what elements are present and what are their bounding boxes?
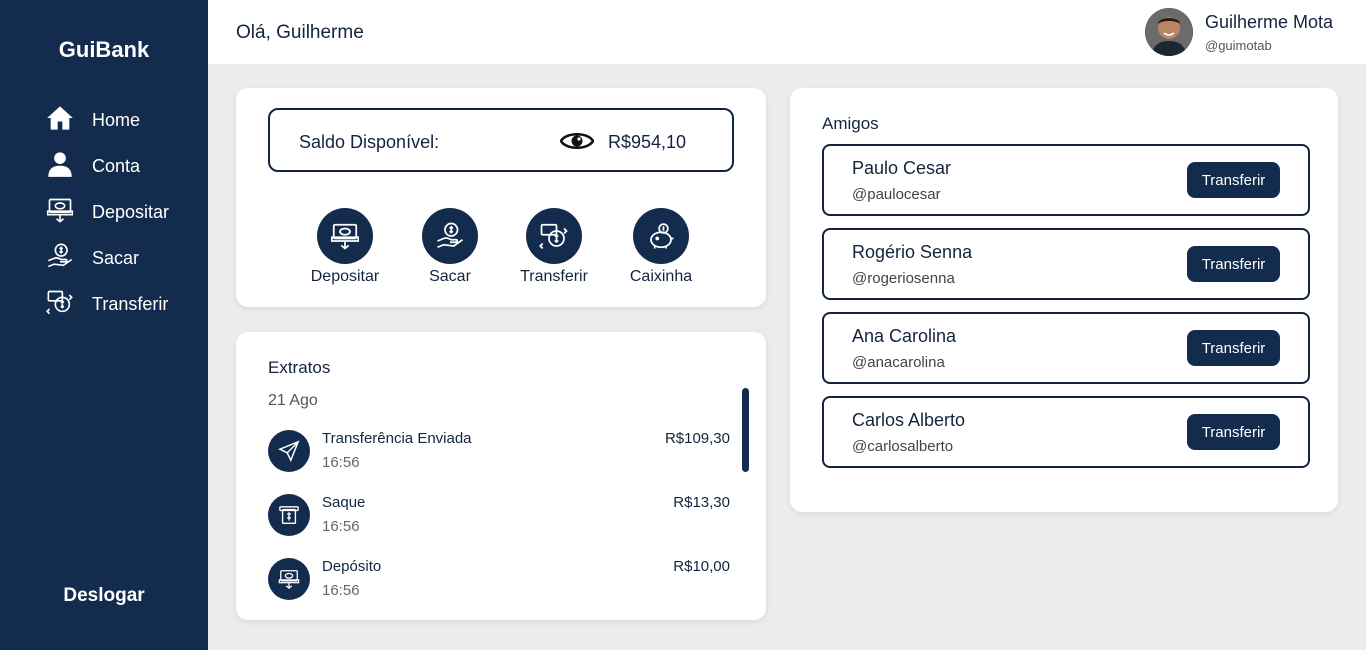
- piggy-bank-icon: [633, 208, 689, 264]
- balance-card: Saldo Disponível: R$954,10 Depositar Sac…: [236, 88, 766, 307]
- action-label: Sacar: [429, 268, 471, 285]
- action-transferir-button[interactable]: Transferir: [509, 208, 599, 286]
- transaction-time: 16:56: [322, 454, 360, 471]
- friend-handle: @paulocesar: [852, 186, 941, 203]
- user-name: Guilherme Mota: [1205, 12, 1334, 32]
- greeting-text: Olá, Guilherme: [236, 22, 364, 43]
- sidebar-item-depositar[interactable]: Depositar: [46, 198, 169, 226]
- transaction-amount: R$109,30: [664, 430, 730, 447]
- balance-value: R$954,10: [608, 132, 687, 152]
- logout-button[interactable]: Deslogar: [0, 585, 208, 607]
- statement-title: Extratos: [268, 358, 331, 377]
- transaction-name: Transferência Enviada: [322, 430, 472, 447]
- sidebar-item-label: Sacar: [92, 247, 140, 268]
- transaction-amount: R$13,30: [673, 494, 730, 511]
- balance-box: Saldo Disponível: R$954,10: [268, 108, 734, 172]
- statement-scrollbar[interactable]: [742, 388, 749, 472]
- friend-name: Carlos Alberto: [852, 410, 966, 430]
- withdraw-icon: [46, 242, 74, 275]
- transaction-time: 16:56: [322, 518, 360, 535]
- sidebar-item-label: Home: [92, 109, 141, 130]
- sidebar-item-label: Transferir: [92, 293, 169, 314]
- transaction-row[interactable]: Transferência Enviada 16:56 R$109,30: [268, 430, 730, 478]
- statement-date: 21 Ago: [268, 392, 318, 409]
- transaction-name: Saque: [322, 494, 366, 511]
- withdraw-icon: [422, 208, 478, 264]
- user-icon: [46, 150, 74, 183]
- friend-item: Carlos Alberto @carlosalberto Transferir: [822, 396, 1310, 468]
- friend-handle: @carlosalberto: [852, 438, 954, 455]
- deposit-icon: [268, 558, 310, 600]
- transaction-time: 16:56: [322, 582, 360, 599]
- friend-item: Rogério Senna @rogeriosenna Transferir: [822, 228, 1310, 300]
- deposit-icon: [46, 196, 74, 229]
- home-icon: [46, 104, 74, 137]
- transaction-amount: R$10,00: [673, 558, 730, 575]
- brand-logo: GuiBank: [58, 37, 150, 62]
- friend-name: Ana Carolina: [852, 326, 957, 346]
- sidebar-item-label: Depositar: [92, 201, 170, 222]
- friend-handle: @rogeriosenna: [852, 270, 955, 287]
- friend-name: Rogério Senna: [852, 242, 973, 262]
- transfer-icon: [46, 288, 74, 321]
- sidebar-item-conta[interactable]: Conta: [46, 150, 169, 183]
- transfer-to-friend-button[interactable]: Transferir: [1187, 414, 1280, 450]
- statement-card: Extratos 21 Ago Transferência Enviada 16…: [236, 332, 766, 620]
- action-label: Depositar: [310, 268, 380, 285]
- eye-icon[interactable]: [559, 129, 595, 153]
- sidebar-item-transferir[interactable]: Transferir: [46, 290, 169, 318]
- avatar[interactable]: [1145, 8, 1193, 56]
- friends-title: Amigos: [822, 114, 879, 133]
- friend-name: Paulo Cesar: [852, 158, 952, 178]
- friend-item: Paulo Cesar @paulocesar Transferir: [822, 144, 1310, 216]
- balance-label: Saldo Disponível:: [299, 132, 440, 152]
- transfer-to-friend-button[interactable]: Transferir: [1187, 162, 1280, 198]
- transfer-to-friend-button[interactable]: Transferir: [1187, 330, 1280, 366]
- action-sacar-button[interactable]: Sacar: [405, 208, 495, 286]
- action-label: Transferir: [520, 268, 588, 285]
- top-header: Olá, Guilherme Guilherme Mota @guimotab: [208, 0, 1366, 64]
- sidebar-item-label: Conta: [92, 155, 141, 176]
- atm-icon: [268, 494, 310, 536]
- action-depositar-button[interactable]: Depositar: [300, 208, 390, 286]
- transaction-row[interactable]: Saque 16:56 R$13,30: [268, 494, 730, 542]
- send-icon: [268, 430, 310, 472]
- friend-item: Ana Carolina @anacarolina Transferir: [822, 312, 1310, 384]
- action-caixinha-button[interactable]: Caixinha: [616, 208, 706, 286]
- friend-handle: @anacarolina: [852, 354, 945, 371]
- transaction-name: Depósito: [322, 558, 382, 575]
- action-label: Caixinha: [629, 268, 693, 285]
- transfer-to-friend-button[interactable]: Transferir: [1187, 246, 1280, 282]
- sidebar-item-home[interactable]: Home: [46, 104, 169, 137]
- sidebar: GuiBank Home Conta Depositar Sacar Trans…: [0, 0, 208, 650]
- transfer-icon: [526, 208, 582, 264]
- friends-card: Amigos Paulo Cesar @paulocesar Transferi…: [790, 88, 1338, 512]
- user-handle: @guimotab: [1205, 38, 1272, 53]
- sidebar-nav: Home Conta Depositar Sacar Transferir: [46, 104, 169, 336]
- sidebar-item-sacar[interactable]: Sacar: [46, 242, 169, 275]
- deposit-icon: [317, 208, 373, 264]
- transaction-row[interactable]: Depósito 16:56 R$10,00: [268, 558, 730, 606]
